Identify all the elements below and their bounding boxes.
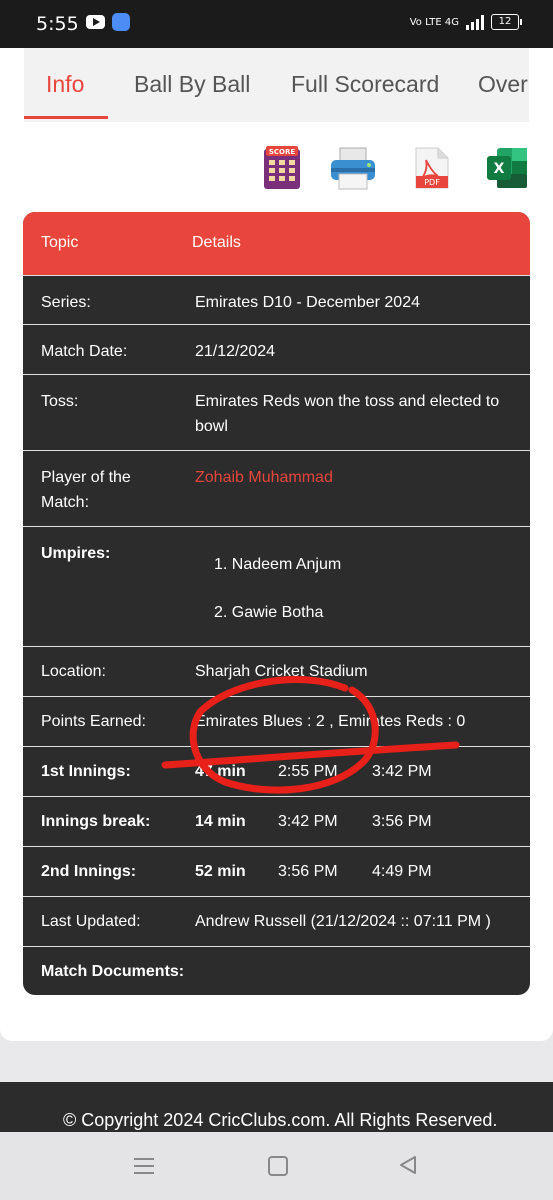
scorecard-icon[interactable]: SCORE [263, 146, 301, 190]
first-innings-start: 2:55 PM [278, 763, 338, 780]
tab-over-by-over[interactable]: Over by Over [478, 48, 529, 120]
table-header: Topic Details [23, 212, 530, 275]
footer: © Copyright 2024 CricClubs.com. All Righ… [0, 1082, 553, 1132]
status-bar: 5:55 Vo LTE 4G 12 [0, 0, 553, 48]
second-innings-label: 2nd Innings: [41, 863, 137, 880]
row-points: Points Earned: Emirates Blues : 2 , Emir… [23, 696, 530, 747]
header-details: Details [192, 234, 241, 251]
match-date-label: Match Date: [41, 343, 128, 360]
innings-break-label: Innings break: [41, 813, 151, 830]
match-documents-label: Match Documents: [41, 963, 185, 980]
innings-break-start: 3:42 PM [278, 813, 338, 830]
status-indicators: Vo LTE 4G 12 [409, 14, 522, 30]
second-innings-start: 3:56 PM [278, 863, 338, 880]
points-value: Emirates Blues : 2 , Emirates Reds : 0 [195, 713, 466, 730]
row-location: Location: Sharjah Cricket Stadium [23, 646, 530, 697]
row-first-innings: 1st Innings: 47 min 2:55 PM 3:42 PM [23, 746, 530, 797]
toss-value: Emirates Reds won the toss and elected t… [195, 393, 500, 435]
row-innings-break: Innings break: 14 min 3:42 PM 3:56 PM [23, 796, 530, 847]
app-icon [112, 13, 130, 31]
last-updated-label: Last Updated: [41, 913, 141, 930]
location-label: Location: [41, 663, 106, 680]
series-value: Emirates D10 - December 2024 [195, 294, 420, 311]
copyright-text: © Copyright 2024 CricClubs.com. All Righ… [63, 1110, 498, 1130]
first-innings-label: 1st Innings: [41, 763, 131, 780]
navigation-bar [0, 1132, 553, 1200]
umpire-item: 2. Gawie Botha [214, 604, 324, 621]
innings-break-end: 3:56 PM [372, 813, 432, 830]
network-label: Vo LTE 4G [409, 16, 459, 28]
points-label: Points Earned: [41, 713, 146, 730]
first-innings-end: 3:42 PM [372, 763, 432, 780]
tab-bar: Info Ball By Ball Full Scorecard Over by… [24, 48, 529, 122]
excel-icon-text: X [494, 161, 505, 177]
second-innings-end: 4:49 PM [372, 863, 432, 880]
row-player-of-match: Player of the Match: Zohaib Muhammad [23, 450, 530, 527]
innings-break-duration: 14 min [195, 813, 246, 830]
tab-info[interactable]: Info [46, 48, 84, 120]
row-second-innings: 2nd Innings: 52 min 3:56 PM 4:49 PM [23, 846, 530, 897]
home-icon[interactable] [268, 1156, 288, 1176]
active-tab-indicator [24, 116, 108, 119]
recent-apps-icon[interactable] [134, 1157, 154, 1175]
tab-full-scorecard[interactable]: Full Scorecard [291, 48, 439, 120]
row-match-date: Match Date: 21/12/2024 [23, 324, 530, 375]
pdf-icon-text: PDF [424, 178, 440, 187]
player-of-match-link[interactable]: Zohaib Muhammad [195, 465, 514, 490]
row-last-updated: Last Updated: Andrew Russell (21/12/2024… [23, 896, 530, 947]
excel-icon[interactable]: X [485, 146, 529, 190]
match-info-table: Topic Details Series: Emirates D10 - Dec… [23, 212, 530, 995]
location-value: Sharjah Cricket Stadium [195, 663, 368, 680]
header-topic: Topic [41, 234, 79, 251]
scorecard-icon-text: SCORE [269, 148, 296, 156]
row-toss: Toss: Emirates Reds won the toss and ele… [23, 374, 530, 451]
status-time: 5:55 [36, 13, 79, 35]
umpires-label: Umpires: [41, 545, 111, 562]
match-date-value: 21/12/2024 [195, 343, 276, 360]
print-icon[interactable] [330, 146, 376, 190]
umpire-item: 1. Nadeem Anjum [214, 556, 342, 573]
first-innings-duration: 47 min [195, 763, 246, 780]
youtube-icon [86, 15, 105, 29]
player-of-match-label: Player of the Match: [41, 469, 131, 511]
back-icon[interactable] [398, 1155, 418, 1175]
tab-ball-by-ball[interactable]: Ball By Ball [134, 48, 250, 120]
row-series: Series: Emirates D10 - December 2024 [23, 275, 530, 325]
row-umpires: Umpires: 1. Nadeem Anjum 2. Gawie Botha [23, 526, 530, 647]
second-innings-duration: 52 min [195, 863, 246, 880]
signal-icon [466, 14, 484, 30]
pdf-icon[interactable]: PDF [414, 146, 450, 190]
toss-label: Toss: [41, 393, 79, 410]
document-actions: SCORE PDF X [0, 146, 553, 192]
row-match-documents: Match Documents: [23, 946, 530, 995]
battery-icon: 12 [491, 14, 522, 30]
last-updated-value: Andrew Russell (21/12/2024 :: 07:11 PM ) [195, 913, 491, 930]
series-label: Series: [41, 294, 91, 311]
